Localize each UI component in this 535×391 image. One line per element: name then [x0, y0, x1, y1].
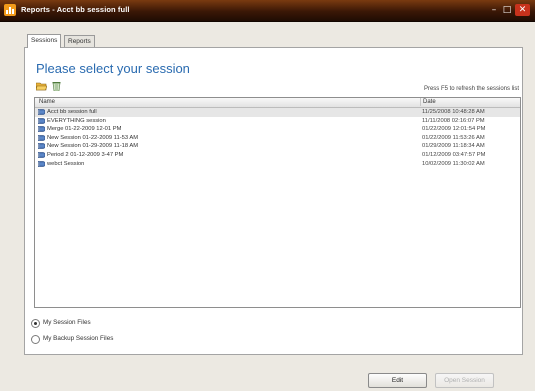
- session-name: Acct bb session full: [47, 109, 97, 115]
- folder-open-icon[interactable]: [36, 81, 47, 91]
- session-name: Merge 01-22-2009 12-01 PM: [47, 126, 122, 133]
- session-file-icon: [38, 126, 45, 133]
- tab-reports[interactable]: Reports: [64, 35, 95, 47]
- page-title: Please select your session: [36, 61, 190, 76]
- session-date: 10/02/2009 11:30:02 AM: [422, 160, 485, 167]
- close-icon[interactable]: ✕: [515, 4, 530, 16]
- session-file-icon: [38, 143, 45, 150]
- minimize-icon[interactable]: –: [488, 4, 500, 16]
- tab-sessions[interactable]: Sessions: [27, 34, 62, 48]
- title-bar[interactable]: Reports - Acct bb session full – □ ✕: [0, 0, 535, 22]
- recycle-bin-icon[interactable]: [51, 81, 62, 91]
- edit-button[interactable]: Edit: [368, 373, 427, 388]
- list-header: Name Date: [35, 98, 520, 108]
- table-row[interactable]: webct Session 10/02/2009 11:30:02 AM: [35, 160, 520, 169]
- column-header-name[interactable]: Name: [39, 99, 55, 105]
- radio-button[interactable]: [31, 319, 40, 328]
- session-name: New Session 01-29-2009 11-18 AM: [47, 143, 139, 150]
- session-file-icon: [38, 151, 45, 158]
- table-row[interactable]: New Session 01-22-2009 11-53 AM 01/22/200…: [35, 134, 520, 143]
- radio-label: My Backup Session Files: [43, 335, 114, 342]
- session-date: 01/29/2009 11:18:34 AM: [422, 143, 485, 150]
- session-date: 01/22/2009 11:53:26 AM: [422, 134, 485, 141]
- session-name: EVERYTHING session: [47, 117, 106, 124]
- session-date: 11/11/2008 02:16:07 PM: [422, 117, 485, 124]
- session-rows: Acct bb session full 11/25/2008 10:48:28 …: [35, 108, 520, 168]
- session-file-icon: [38, 109, 45, 115]
- table-row[interactable]: Merge 01-22-2009 12-01 PM 01/22/2009 12:0…: [35, 125, 520, 134]
- reports-window: Reports - Acct bb session full – □ ✕ Ses…: [0, 0, 535, 391]
- sessions-panel: Please select your session Press F5 to r…: [24, 47, 523, 355]
- session-file-icon: [38, 117, 45, 124]
- refresh-hint: Press F5 to refresh the sessions list: [423, 86, 519, 92]
- radio-my-session-files[interactable]: My Session Files: [31, 318, 231, 328]
- session-file-icon: [38, 160, 45, 167]
- table-row[interactable]: Acct bb session full 11/25/2008 10:48:28 …: [35, 108, 520, 117]
- radio-label: My Session Files: [43, 319, 91, 326]
- session-name: webct Session: [47, 160, 85, 167]
- radio-my-backup-session-files[interactable]: My Backup Session Files: [31, 334, 231, 344]
- table-row[interactable]: New Session 01-29-2009 11-18 AM 01/29/200…: [35, 142, 520, 151]
- table-row[interactable]: Period 2 01-12-2009 3-47 PM 01/12/2009 03…: [35, 151, 520, 160]
- session-date: 11/25/2008 10:48:28 AM: [422, 109, 485, 115]
- maximize-icon[interactable]: □: [501, 4, 513, 16]
- app-icon: [4, 4, 16, 16]
- window-title: Reports - Acct bb session full: [21, 5, 130, 14]
- session-list[interactable]: Name Date Acct bb session full 11/25/2008…: [34, 97, 521, 308]
- session-date: 01/22/2009 12:01:54 PM: [422, 126, 486, 133]
- session-name: Period 2 01-12-2009 3-47 PM: [47, 151, 124, 158]
- session-name: New Session 01-22-2009 11-53 AM: [47, 134, 139, 141]
- radio-button[interactable]: [31, 335, 40, 344]
- column-header-date[interactable]: Date: [420, 98, 436, 106]
- open-session-button[interactable]: Open Session: [435, 373, 494, 388]
- table-row[interactable]: EVERYTHING session 11/11/2008 02:16:07 PM: [35, 117, 520, 126]
- session-file-icon: [38, 134, 45, 141]
- session-date: 01/12/2009 03:47:57 PM: [422, 151, 486, 158]
